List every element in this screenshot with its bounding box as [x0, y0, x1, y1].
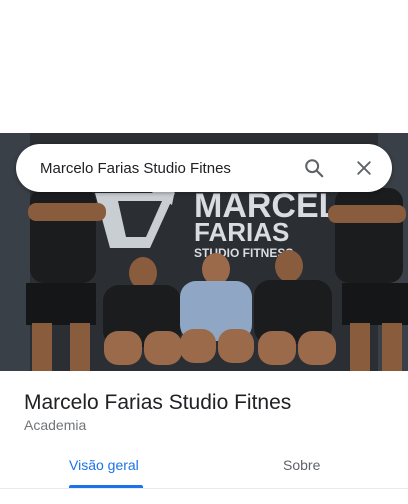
top-blank-area [0, 0, 408, 133]
clear-search-button[interactable] [340, 144, 388, 192]
tab-about[interactable]: Sobre [283, 457, 320, 489]
place-title: Marcelo Farias Studio Fitnes [24, 391, 292, 414]
search-button[interactable] [290, 144, 338, 192]
search-icon [305, 159, 324, 178]
search-input[interactable] [40, 159, 290, 177]
tab-divider [0, 488, 408, 489]
search-bar[interactable] [16, 144, 392, 192]
close-icon [357, 161, 371, 175]
place-info-panel: Marcelo Farias Studio Fitnes Academia Vi… [0, 371, 408, 504]
sign-text-line2: FARIAS [194, 217, 289, 247]
place-category: Academia [24, 417, 87, 433]
